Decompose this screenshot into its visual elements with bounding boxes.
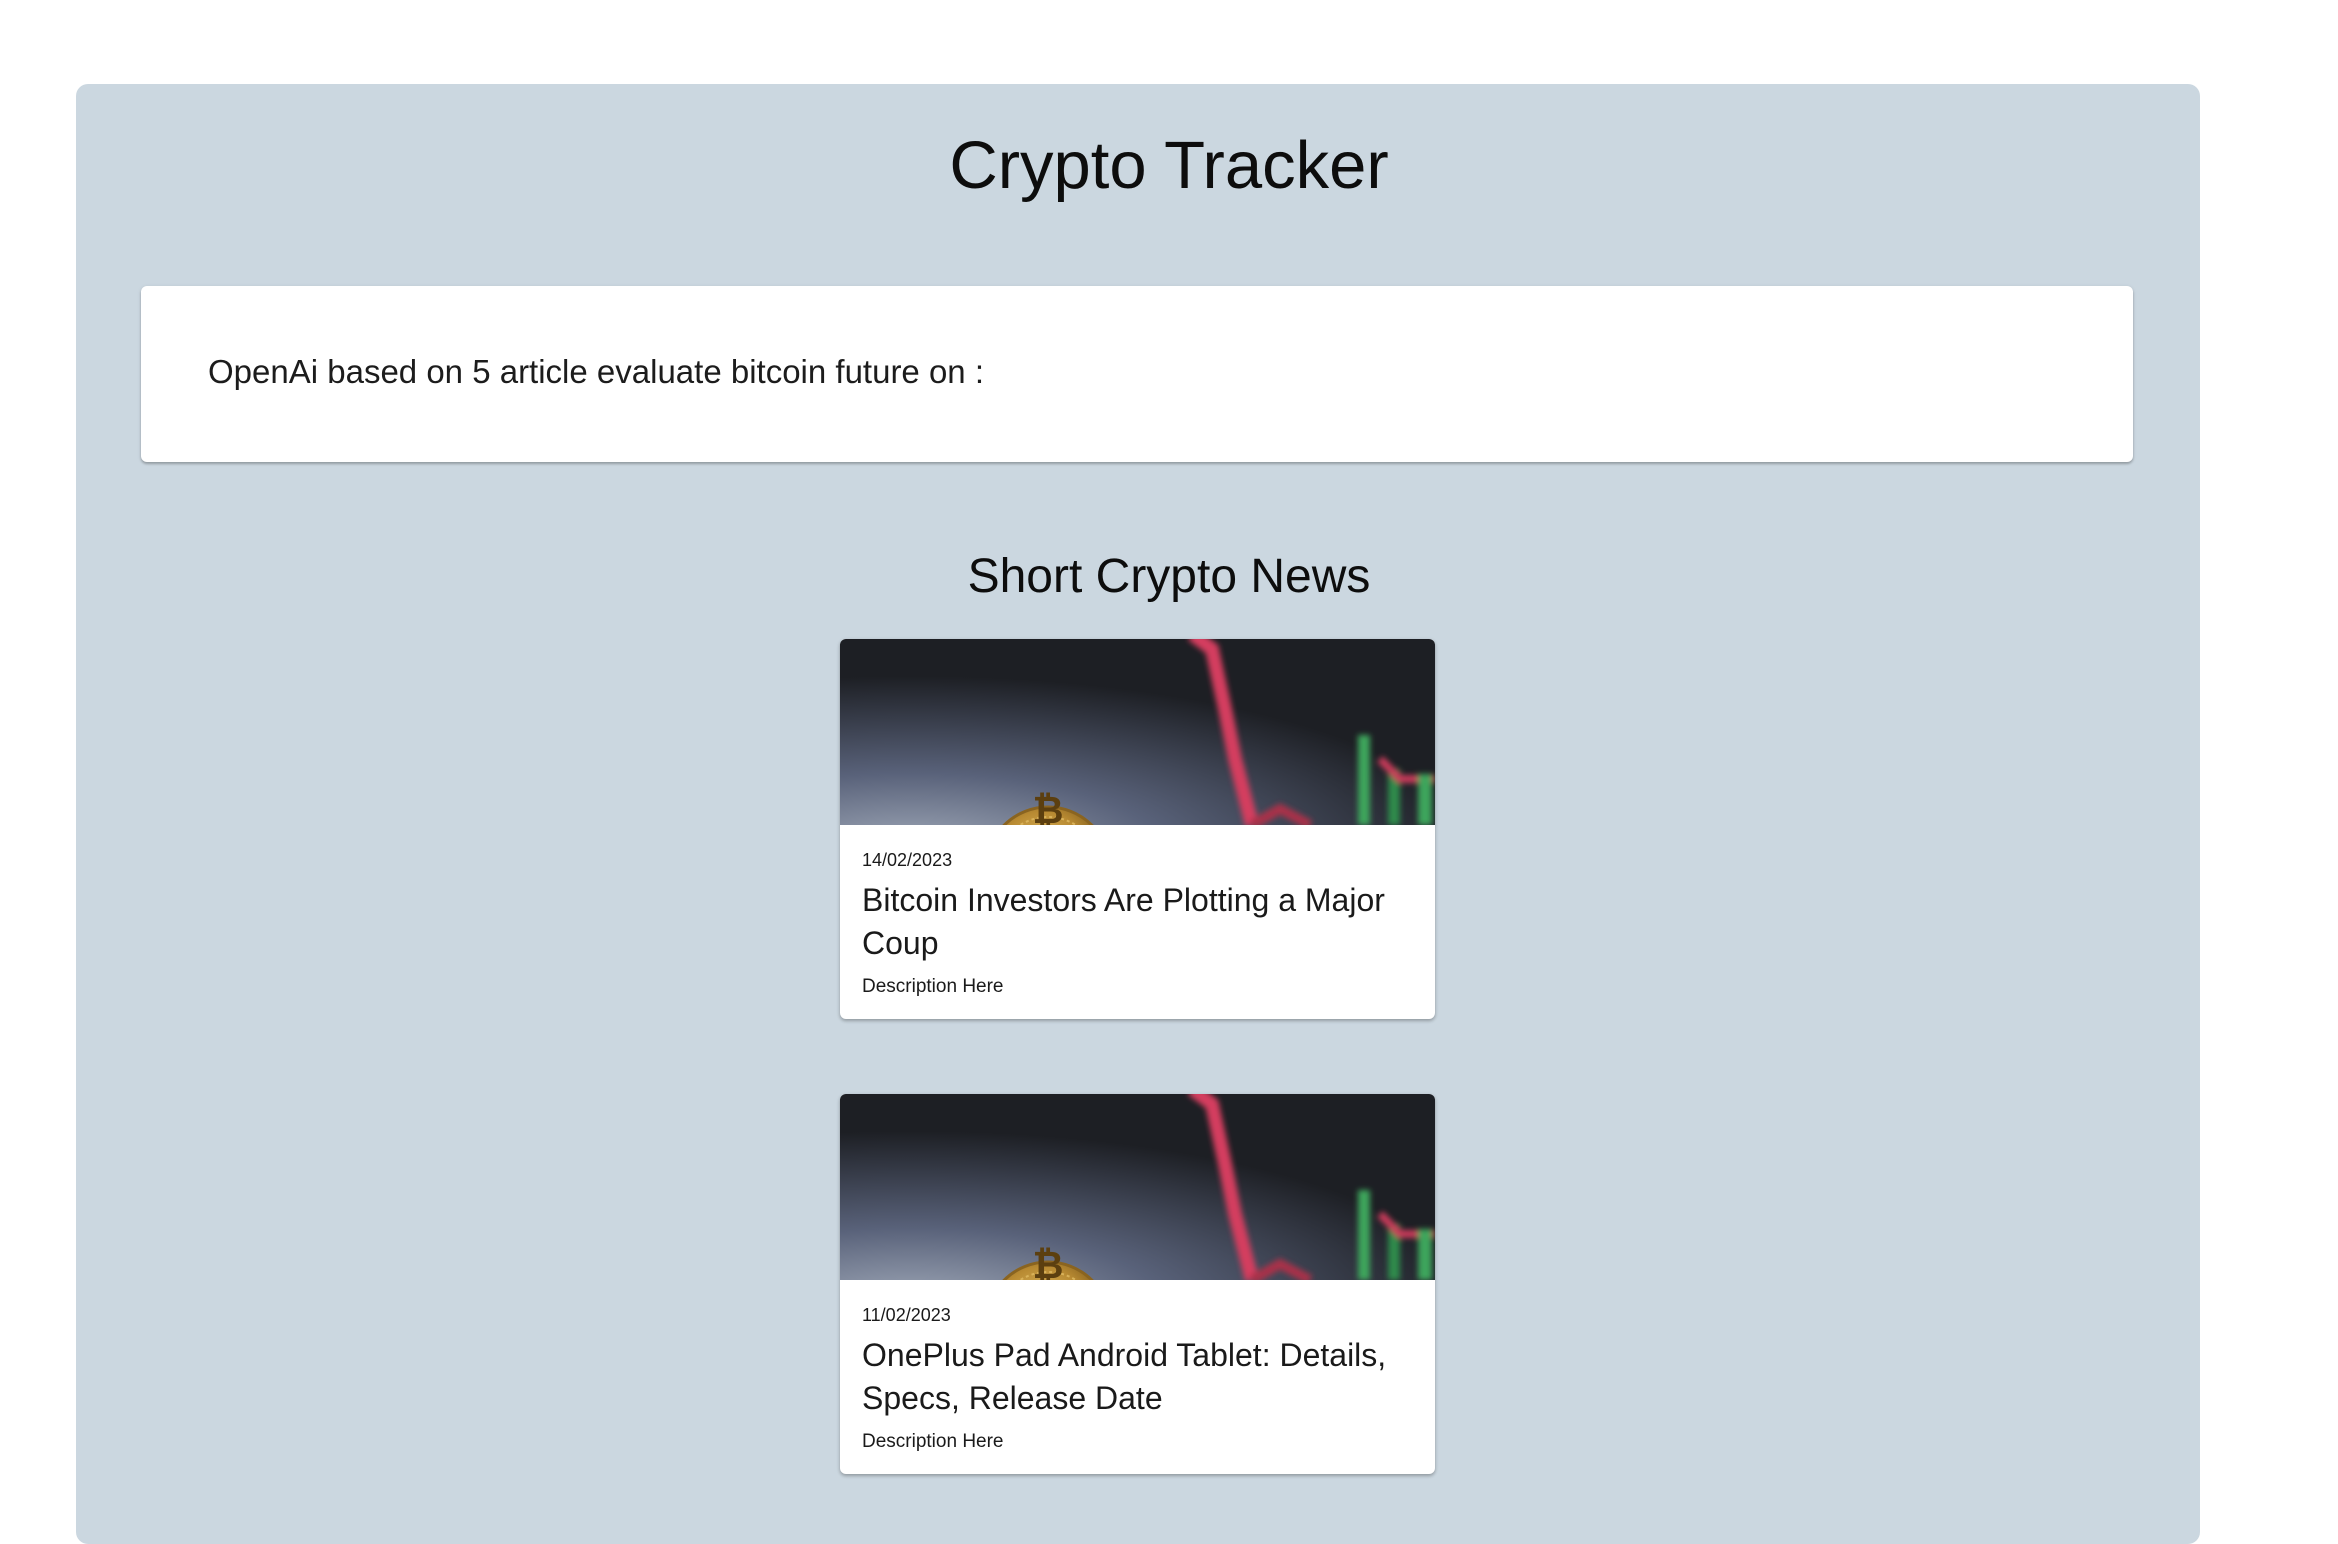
news-description: Description Here: [862, 976, 1004, 997]
news-card-body: 11/02/2023 OnePlus Pad Android Tablet: D…: [862, 1280, 1413, 1451]
news-card[interactable]: ₿ 14/02/2023 Bitcoin Investors Are Plott…: [840, 639, 1435, 1019]
news-date: 11/02/2023: [862, 1305, 951, 1325]
ai-summary-card: OpenAi based on 5 article evaluate bitco…: [141, 286, 2133, 462]
bitcoin-chart-image: ₿: [840, 639, 1435, 825]
news-title[interactable]: OnePlus Pad Android Tablet: Details, Spe…: [862, 1334, 1413, 1420]
news-card-body: 14/02/2023 Bitcoin Investors Are Plottin…: [862, 825, 1413, 996]
news-card[interactable]: ₿ 11/02/2023 OnePlus Pad Android Tablet:…: [840, 1094, 1435, 1474]
ai-summary-text: OpenAi based on 5 article evaluate bitco…: [208, 353, 984, 390]
svg-text:₿: ₿: [1033, 788, 1064, 825]
news-date: 14/02/2023: [862, 850, 953, 870]
news-title[interactable]: Bitcoin Investors Are Plotting a Major C…: [862, 879, 1413, 965]
page-title: Crypto Tracker: [949, 128, 1389, 203]
svg-text:₿: ₿: [1033, 1243, 1064, 1280]
news-description: Description Here: [862, 1431, 1004, 1452]
news-section-heading: Short Crypto News: [967, 550, 1371, 603]
bitcoin-chart-image: ₿: [840, 1094, 1435, 1280]
